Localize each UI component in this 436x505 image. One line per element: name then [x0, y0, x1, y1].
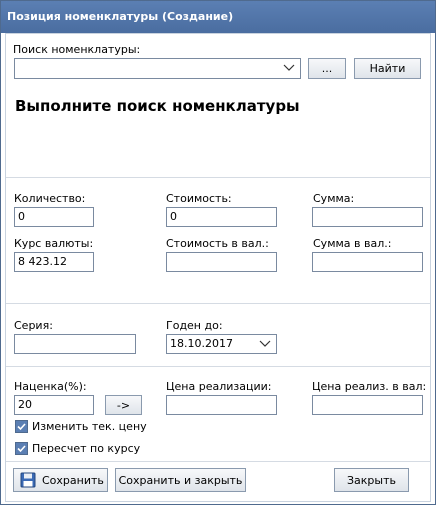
series-label: Серия: [14, 319, 53, 332]
search-label: Поиск номенклатуры: [13, 43, 141, 56]
chevron-down-icon[interactable] [258, 338, 272, 350]
save-button-label: Сохранить [42, 473, 104, 487]
expiry-value: 18.10.2017 [170, 337, 233, 350]
search-combobox[interactable] [14, 58, 301, 79]
quantity-label: Количество: [14, 192, 86, 205]
markup-field[interactable]: 20 [14, 395, 94, 415]
chevron-down-icon[interactable] [282, 62, 296, 74]
sale-price-field[interactable] [166, 395, 277, 415]
sale-price-currency-label: Цена реализ. в вал: [312, 380, 427, 393]
save-button[interactable]: Сохранить [13, 468, 108, 492]
rate-label: Курс валюты: [14, 237, 94, 250]
cost-currency-field[interactable] [166, 252, 277, 272]
dialog-content: Поиск номенклатуры: ... Найти Выполните … [5, 33, 431, 502]
title-bar: Позиция номенклатуры (Создание) [1, 1, 435, 33]
checkmark-icon [17, 445, 26, 453]
expiry-label: Годен до: [166, 319, 223, 332]
sum-currency-field[interactable] [312, 252, 423, 272]
separator [6, 177, 430, 178]
quantity-field[interactable]: 0 [14, 207, 94, 227]
series-field[interactable] [14, 334, 136, 354]
change-price-label[interactable]: Изменить тек. цену [32, 420, 147, 433]
browse-button[interactable]: ... [308, 58, 346, 79]
recalc-rate-checkbox[interactable] [15, 442, 28, 455]
separator [6, 303, 430, 304]
apply-markup-button[interactable]: -> [105, 395, 142, 415]
save-and-close-button[interactable]: Сохранить и закрыть [115, 468, 246, 492]
window-title: Позиция номенклатуры (Создание) [7, 10, 234, 23]
sale-price-label: Цена реализации: [166, 380, 272, 393]
recalc-rate-label[interactable]: Пересчет по курсу [32, 442, 140, 455]
checkmark-icon [17, 423, 26, 431]
find-button[interactable]: Найти [354, 58, 421, 79]
sum-currency-label: Сумма в вал.: [313, 237, 392, 250]
rate-field[interactable]: 8 423.12 [14, 252, 94, 272]
sum-label: Сумма: [313, 192, 355, 205]
change-price-checkbox[interactable] [15, 420, 28, 433]
expiry-date-picker[interactable]: 18.10.2017 [166, 334, 277, 354]
separator [6, 366, 430, 367]
search-prompt-heading: Выполните поиск номенклатуры [15, 97, 300, 115]
floppy-disk-icon [20, 472, 36, 488]
dialog-window: Позиция номенклатуры (Создание) Поиск но… [0, 0, 436, 505]
sum-field[interactable] [312, 207, 423, 227]
cost-label: Стоимость: [166, 192, 232, 205]
cost-field[interactable]: 0 [166, 207, 277, 227]
separator [6, 461, 430, 462]
close-button[interactable]: Закрыть [334, 468, 409, 492]
cost-currency-label: Стоимость в вал.: [166, 237, 269, 250]
markup-label: Наценка(%): [14, 380, 87, 393]
sale-price-currency-field[interactable] [312, 395, 423, 415]
